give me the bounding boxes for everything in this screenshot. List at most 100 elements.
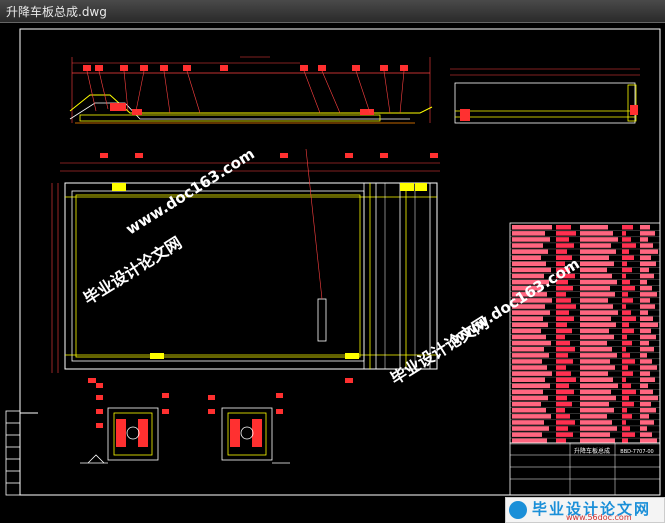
bom-cell bbox=[622, 340, 632, 346]
bom-cell bbox=[580, 237, 618, 242]
bom-cell bbox=[512, 383, 550, 389]
side-view-top bbox=[69, 56, 433, 124]
cad-drawing-canvas[interactable]: 升降车板总成 BBD-7707-00 www.doc163.com 毕业设计论文… bbox=[0, 23, 665, 523]
bom-cell bbox=[512, 365, 547, 370]
bom-cell bbox=[556, 426, 568, 431]
bom-cell bbox=[622, 408, 627, 413]
bom-cell bbox=[622, 328, 634, 334]
bom-cell bbox=[622, 261, 627, 267]
bom-cell bbox=[622, 316, 636, 321]
bom-cell bbox=[512, 231, 545, 236]
bom-cell bbox=[580, 359, 610, 364]
bom-cell bbox=[640, 292, 657, 297]
bom-cell bbox=[556, 383, 569, 389]
bom-cell bbox=[556, 371, 571, 376]
bom-cell bbox=[512, 237, 550, 242]
bom-cell bbox=[512, 225, 552, 230]
bom-cell bbox=[622, 310, 631, 315]
bom-cell bbox=[640, 438, 657, 443]
bom-cell bbox=[622, 255, 634, 260]
bom-cell bbox=[556, 231, 576, 236]
bom-cell bbox=[580, 298, 608, 303]
bom-cell bbox=[512, 371, 552, 376]
bom-cell bbox=[640, 353, 647, 358]
watermark-layer: www.doc163.com 毕业设计论文网 www.doc163.com 毕业… bbox=[80, 145, 583, 389]
plan-view bbox=[51, 148, 440, 383]
bom-cell bbox=[640, 231, 655, 236]
bom-cell bbox=[640, 267, 649, 273]
window-titlebar: 升降车板总成.dwg bbox=[0, 0, 665, 23]
bom-cell bbox=[580, 353, 617, 358]
bom-cell bbox=[512, 420, 544, 425]
bom-cell bbox=[640, 401, 651, 407]
bom-cell bbox=[580, 273, 612, 279]
bom-cell bbox=[580, 328, 609, 334]
bom-cell bbox=[622, 334, 627, 340]
left-margin-table bbox=[5, 410, 21, 496]
bom-cell bbox=[512, 316, 543, 321]
bom-cell bbox=[580, 322, 616, 328]
bom-cell bbox=[640, 408, 656, 413]
bom-cell bbox=[580, 243, 611, 248]
title-block: 升降车板总成 BBD-7707-00 bbox=[509, 442, 661, 496]
bom-cell bbox=[556, 432, 573, 437]
bom-cell bbox=[580, 426, 617, 431]
section-detail-a bbox=[80, 383, 169, 464]
bom-cell bbox=[580, 408, 614, 413]
bom-cell bbox=[556, 310, 569, 315]
bom-cell bbox=[580, 231, 613, 236]
bom-cell bbox=[640, 316, 653, 321]
bom-cell bbox=[580, 340, 607, 346]
bom-cell bbox=[622, 371, 633, 376]
bom-cell bbox=[622, 279, 630, 285]
bom-cell bbox=[622, 286, 635, 291]
bom-cell bbox=[512, 408, 546, 413]
bom-cell bbox=[512, 359, 542, 364]
bom-cell bbox=[622, 389, 636, 395]
bom-cell bbox=[512, 414, 551, 419]
bom-cell bbox=[580, 255, 609, 260]
bom-cell bbox=[512, 395, 548, 401]
bom-cell bbox=[556, 408, 565, 413]
bom-cell bbox=[640, 237, 648, 242]
bom-cell bbox=[580, 310, 618, 315]
bom-cell bbox=[556, 286, 573, 291]
bom-cell bbox=[580, 401, 609, 407]
bom-cell bbox=[622, 243, 636, 248]
bom-cell bbox=[622, 292, 628, 297]
bom-cell bbox=[640, 420, 654, 425]
bom-cell bbox=[580, 261, 614, 267]
bom-cell bbox=[622, 395, 629, 401]
bom-cell bbox=[640, 225, 650, 230]
watermark-url-1: www.doc163.com bbox=[123, 145, 258, 239]
bom-cell bbox=[512, 377, 545, 382]
bom-cell bbox=[580, 316, 611, 321]
bom-cell bbox=[622, 237, 631, 242]
bom-cell bbox=[556, 401, 572, 407]
bom-cell bbox=[512, 389, 543, 395]
bom-cell bbox=[512, 334, 546, 340]
bom-cell bbox=[640, 389, 653, 395]
bom-cell bbox=[640, 426, 647, 431]
bom-cell bbox=[622, 414, 632, 419]
bom-cell bbox=[580, 377, 613, 382]
bom-cell bbox=[640, 255, 651, 260]
title-block-code: BBD-7707-00 bbox=[620, 449, 653, 455]
bom-cell bbox=[640, 322, 658, 328]
bom-cell bbox=[640, 286, 652, 291]
bom-cell bbox=[580, 225, 608, 230]
bom-cell bbox=[556, 292, 566, 297]
bom-cell bbox=[512, 426, 549, 431]
bom-cell bbox=[580, 371, 608, 376]
title-block-name: 升降车板总成 bbox=[574, 447, 610, 455]
bom-cell bbox=[556, 420, 575, 425]
bom-cell bbox=[640, 347, 654, 352]
bom-cell bbox=[640, 249, 658, 254]
bom-cell bbox=[556, 414, 570, 419]
bom-cell bbox=[622, 401, 634, 407]
bom-cell bbox=[556, 304, 576, 309]
bom-cell bbox=[556, 225, 571, 230]
bom-cell bbox=[512, 249, 548, 254]
bom-cell bbox=[512, 340, 551, 346]
bom-cell bbox=[556, 365, 566, 370]
